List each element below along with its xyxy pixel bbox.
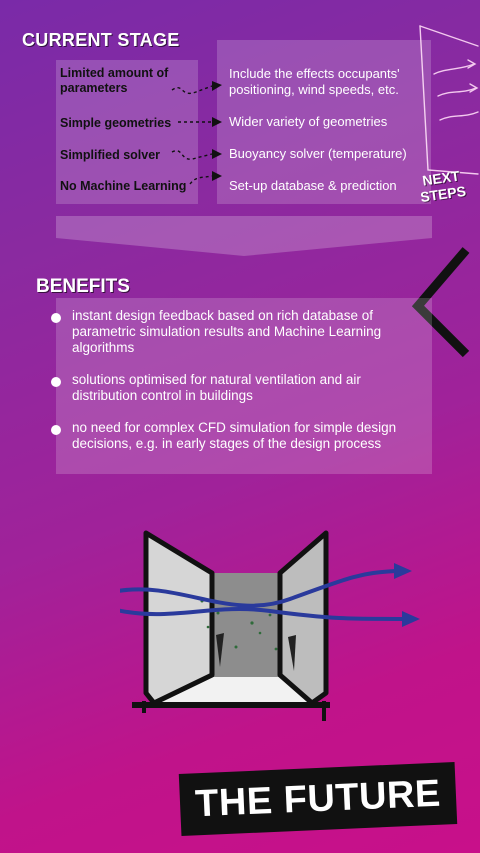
next-step-buoyancy: Buoyancy solver (temperature) [229,146,407,161]
down-arrow-shape [56,216,432,256]
next-step-occupants: Include the effects occupants' positioni… [229,66,400,97]
next-step-database: Set-up database & prediction [229,178,397,193]
building-section-illustration [120,530,420,721]
current-stage-title: CURRENT STAGE [22,30,180,50]
benefit-item-feedback: instant design feedback based on rich da… [72,308,382,355]
benefits-title: BENEFITS [36,276,130,297]
benefit-item-no-cfd: no need for complex CFD simulation for s… [72,420,397,451]
future-banner-text: THE FUTURE [194,772,442,826]
benefit-item-ventilation: solutions optimised for natural ventilat… [72,372,361,403]
bullet-dot [51,425,61,435]
bullet-dot [51,377,61,387]
bullet-dot [51,313,61,323]
next-step-geometries: Wider variety of geometries [229,114,388,129]
stage-arrows [171,81,222,185]
